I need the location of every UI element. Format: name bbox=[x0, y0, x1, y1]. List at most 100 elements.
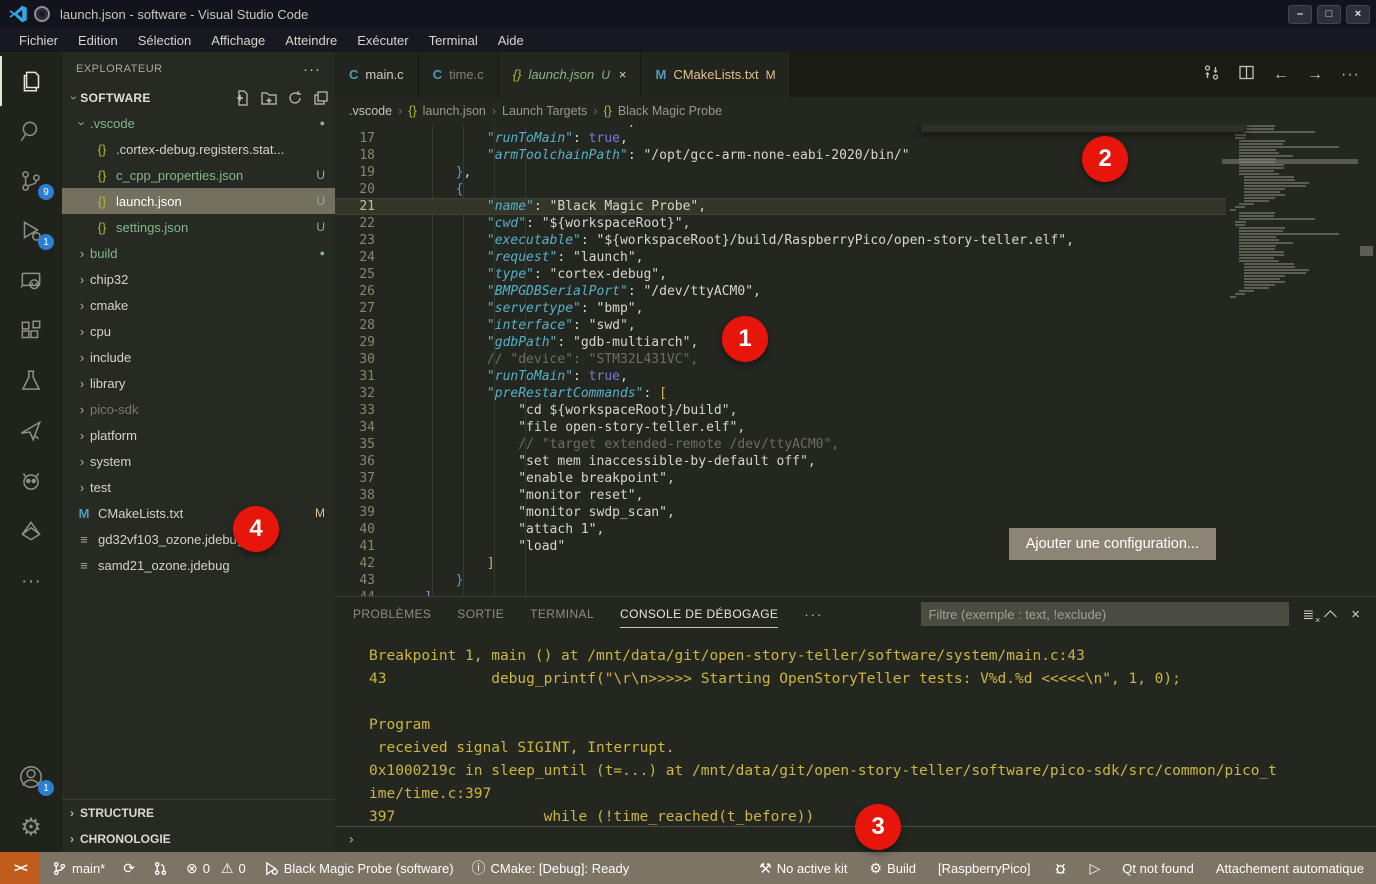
status-item-cmake-debug-ready[interactable]: ⓘCMake: [Debug]: Ready bbox=[472, 858, 630, 878]
breadcrumb-item[interactable]: Launch Targets bbox=[502, 104, 587, 118]
navigate-back-icon[interactable]: ← bbox=[1273, 66, 1289, 84]
panel-tab-terminal[interactable]: TERMINAL bbox=[530, 601, 594, 628]
status-item-black-magic-probe-software-[interactable]: Black Magic Probe (software) bbox=[264, 861, 454, 876]
status-item-0[interactable]: ⊗0⚠0 bbox=[186, 860, 246, 877]
run-debug-icon[interactable]: 1 bbox=[0, 206, 62, 256]
close-panel-icon[interactable]: × bbox=[1351, 606, 1360, 623]
code-line-34[interactable]: 34 "file open-story-teller.elf", bbox=[335, 419, 1226, 436]
code-line-21[interactable]: 21 "name": "Black Magic Probe", bbox=[335, 198, 1226, 215]
code-line-36[interactable]: 36 "set mem inaccessible-by-default off"… bbox=[335, 453, 1226, 470]
menu-aide[interactable]: Aide bbox=[489, 31, 533, 50]
sidebar-more-icon[interactable]: ··· bbox=[303, 61, 321, 78]
tree-item-test[interactable]: ›test bbox=[62, 474, 335, 500]
account-icon[interactable]: 1 bbox=[0, 752, 62, 802]
status-item-bug[interactable] bbox=[1053, 861, 1068, 876]
code-line-29[interactable]: 29 "gdbPath": "gdb-multiarch", bbox=[335, 334, 1226, 351]
refresh-icon[interactable] bbox=[287, 90, 303, 106]
tab-time-c[interactable]: Ctime.c bbox=[419, 52, 499, 97]
maximize-panel-icon[interactable] bbox=[1324, 610, 1337, 623]
code-line-31[interactable]: 31 "runToMain": true, bbox=[335, 368, 1226, 385]
remote-explorer-icon[interactable] bbox=[0, 256, 62, 306]
filter-icon[interactable]: ≣ bbox=[1303, 606, 1315, 623]
tab-main-c[interactable]: Cmain.c bbox=[335, 52, 419, 97]
code-line-30[interactable]: 30 // "device": "STM32L431VC", bbox=[335, 351, 1226, 368]
breadcrumb-item[interactable]: launch.json bbox=[423, 104, 486, 118]
status-item--raspberrypico-[interactable]: [RaspberryPico] bbox=[938, 861, 1030, 876]
minimap[interactable] bbox=[1226, 125, 1354, 596]
code-line-37[interactable]: 37 "enable breakpoint", bbox=[335, 470, 1226, 487]
tree-item-platform[interactable]: ›platform bbox=[62, 422, 335, 448]
code-line-43[interactable]: 43 } bbox=[335, 572, 1226, 589]
menu-edition[interactable]: Edition bbox=[69, 31, 127, 50]
panel-tab-sortie[interactable]: SORTIE bbox=[457, 601, 504, 628]
tree-item-pico-sdk[interactable]: ›pico-sdk bbox=[62, 396, 335, 422]
menu-terminal[interactable]: Terminal bbox=[420, 31, 487, 50]
platformio-icon[interactable] bbox=[0, 406, 62, 456]
code-line-20[interactable]: 20 { bbox=[335, 181, 1226, 198]
section-chronologie[interactable]: ›CHRONOLOGIE bbox=[62, 826, 335, 852]
code-line-28[interactable]: 28 "interface": "swd", bbox=[335, 317, 1226, 334]
extensions-icon[interactable] bbox=[0, 306, 62, 356]
split-editor-icon[interactable] bbox=[1238, 64, 1255, 86]
tree-item-include[interactable]: ›include bbox=[62, 344, 335, 370]
status-item-attachement-automatique[interactable]: Attachement automatique bbox=[1216, 861, 1364, 876]
tree-item-cpu[interactable]: ›cpu bbox=[62, 318, 335, 344]
editor-scrollbar[interactable] bbox=[1360, 246, 1373, 256]
maximize-button[interactable]: □ bbox=[1317, 5, 1341, 24]
new-file-icon[interactable] bbox=[235, 90, 251, 106]
navigate-forward-icon[interactable]: → bbox=[1307, 66, 1323, 84]
debug-console-output[interactable]: Breakpoint 1, main () at /mnt/data/git/o… bbox=[335, 631, 1376, 826]
breadcrumb-item[interactable]: Black Magic Probe bbox=[618, 104, 722, 118]
code-line-27[interactable]: 27 "servertype": "bmp", bbox=[335, 300, 1226, 317]
code-line-23[interactable]: 23 "executable": "${workspaceRoot}/build… bbox=[335, 232, 1226, 249]
close-button[interactable]: × bbox=[1346, 5, 1370, 24]
tree-item-c-cpp-properties-json[interactable]: {}c_cpp_properties.jsonU bbox=[62, 162, 335, 188]
status-item-pr[interactable] bbox=[153, 861, 168, 876]
add-configuration-button[interactable]: Ajouter une configuration... bbox=[1009, 528, 1216, 560]
code-line-44[interactable]: 44 ] bbox=[335, 589, 1226, 596]
code-line-25[interactable]: 25 "type": "cortex-debug", bbox=[335, 266, 1226, 283]
settings-gear-icon[interactable]: ⚙ bbox=[0, 802, 62, 852]
more-activity-icon[interactable]: ··· bbox=[0, 556, 62, 606]
tree-item-samd21-ozone-jdebug[interactable]: ≡samd21_ozone.jdebug bbox=[62, 552, 335, 578]
search-icon[interactable] bbox=[0, 106, 62, 156]
open-changes-icon[interactable] bbox=[1203, 64, 1220, 86]
tab-cmakelists-txt[interactable]: MCMakeLists.txtM bbox=[641, 52, 790, 97]
menu-atteindre[interactable]: Atteindre bbox=[276, 31, 346, 50]
tree-item-settings-json[interactable]: {}settings.jsonU bbox=[62, 214, 335, 240]
menu-exécuter[interactable]: Exécuter bbox=[348, 31, 417, 50]
status-item-no-active-kit[interactable]: ⚒No active kit bbox=[759, 860, 847, 877]
status-item-build[interactable]: ⚙Build bbox=[870, 860, 916, 877]
breadcrumb-item[interactable]: .vscode bbox=[349, 104, 392, 118]
code-line-35[interactable]: 35 // "target extended-remote /dev/ttyAC… bbox=[335, 436, 1226, 453]
workspace-section-header[interactable]: › SOFTWARE bbox=[62, 86, 335, 110]
status-item-sync[interactable]: ⟳ bbox=[123, 860, 135, 877]
tree-item--vscode[interactable]: ›.vscode● bbox=[62, 110, 335, 136]
section-structure[interactable]: ›STRUCTURE bbox=[62, 800, 335, 826]
tree-item-cmakelists-txt[interactable]: MCMakeLists.txtM bbox=[62, 500, 335, 526]
testing-icon[interactable] bbox=[0, 356, 62, 406]
source-control-icon[interactable]: 9 bbox=[0, 156, 62, 206]
tree-item-chip32[interactable]: ›chip32 bbox=[62, 266, 335, 292]
editor-more-actions-icon[interactable]: ··· bbox=[1341, 66, 1360, 84]
bug-face-icon[interactable] bbox=[0, 456, 62, 506]
status-item-main-[interactable]: main* bbox=[52, 861, 105, 876]
tree-item-system[interactable]: ›system bbox=[62, 448, 335, 474]
code-editor[interactable]: 16 "interface": "swd",17 "runToMain": tr… bbox=[335, 125, 1376, 596]
code-line-39[interactable]: 39 "monitor swdp_scan", bbox=[335, 504, 1226, 521]
new-folder-icon[interactable] bbox=[261, 90, 277, 106]
status-item-play[interactable]: ▷ bbox=[1090, 860, 1101, 877]
panel-tab-probl-mes[interactable]: PROBLÈMES bbox=[353, 601, 431, 628]
tree-item-build[interactable]: ›build● bbox=[62, 240, 335, 266]
collapse-all-icon[interactable] bbox=[313, 90, 329, 106]
panel-more-icon[interactable]: ··· bbox=[804, 607, 823, 622]
panel-tab-console-de-d-bogage[interactable]: CONSOLE DE DÉBOGAGE bbox=[620, 601, 778, 628]
console-filter-input[interactable] bbox=[921, 602, 1289, 626]
explorer-icon[interactable] bbox=[0, 56, 62, 106]
code-line-38[interactable]: 38 "monitor reset", bbox=[335, 487, 1226, 504]
tree-item-gd32vf103-ozone-jdebug[interactable]: ≡gd32vf103_ozone.jdebug bbox=[62, 526, 335, 552]
code-line-32[interactable]: 32 "preRestartCommands": [ bbox=[335, 385, 1226, 402]
code-line-26[interactable]: 26 "BMPGDBSerialPort": "/dev/ttyACM0", bbox=[335, 283, 1226, 300]
minimize-button[interactable]: – bbox=[1288, 5, 1312, 24]
code-line-22[interactable]: 22 "cwd": "${workspaceRoot}", bbox=[335, 215, 1226, 232]
